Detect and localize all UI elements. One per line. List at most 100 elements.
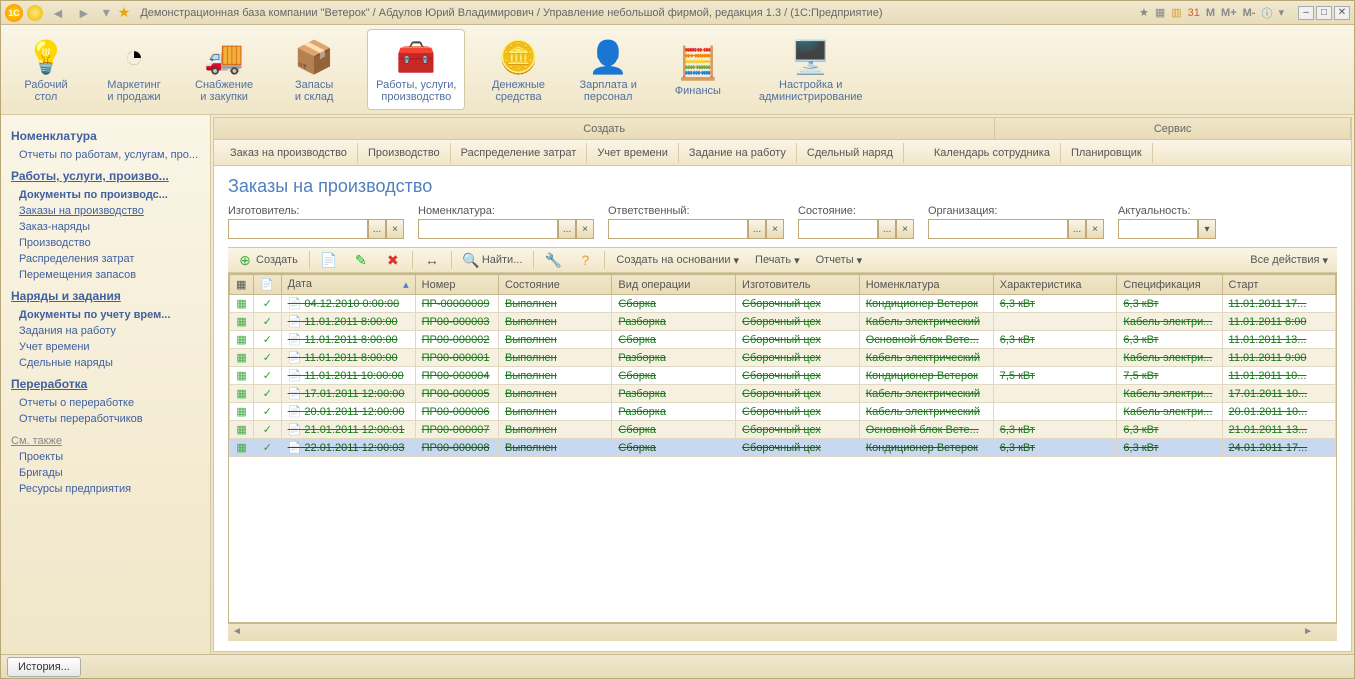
tab-work-task[interactable]: Задание на работу bbox=[679, 143, 797, 163]
tab-time[interactable]: Учет времени bbox=[587, 143, 679, 163]
col-header[interactable]: Вид операции bbox=[612, 275, 736, 295]
find-button[interactable]: 🔍Найти... bbox=[458, 250, 528, 270]
ribbon-settings[interactable]: 🖥️Настройка иадминистрирование bbox=[751, 29, 871, 110]
copy-button[interactable]: 📄 bbox=[316, 250, 342, 270]
table-row[interactable]: ▦✓📄 20.01.2011 12:00:00ПР00-000006Выполн… bbox=[230, 403, 1336, 421]
all-actions-button[interactable]: Все действия ▾ bbox=[1245, 252, 1333, 269]
clear-button[interactable]: × bbox=[576, 219, 594, 239]
sb-processing-header[interactable]: Переработка bbox=[11, 377, 200, 391]
dropdown-icon[interactable]: ▾ bbox=[1198, 219, 1216, 239]
sb-piece-work[interactable]: Сдельные наряды bbox=[11, 355, 200, 371]
sb-reports[interactable]: Отчеты по работам, услугам, про... bbox=[11, 147, 200, 163]
tab-production[interactable]: Производство bbox=[358, 143, 451, 163]
sb-teams[interactable]: Бригады bbox=[11, 465, 200, 481]
sb-processor-reports[interactable]: Отчеты переработчиков bbox=[11, 411, 200, 427]
reports-button[interactable]: Отчеты ▾ bbox=[811, 252, 868, 269]
table-row[interactable]: ▦✓📄 21.01.2011 12:00:01ПР00-000007Выполн… bbox=[230, 421, 1336, 439]
sb-stock-move[interactable]: Перемещения запасов bbox=[11, 267, 200, 283]
minimize-button[interactable]: – bbox=[1298, 6, 1314, 20]
lookup-button[interactable]: ... bbox=[1068, 219, 1086, 239]
col-header[interactable]: Состояние bbox=[498, 275, 611, 295]
tab-calendar[interactable]: Календарь сотрудника bbox=[924, 143, 1061, 163]
dropdown-icon[interactable] bbox=[27, 5, 43, 21]
maximize-button[interactable]: □ bbox=[1316, 6, 1332, 20]
ribbon-stock[interactable]: 📦Запасыи склад bbox=[279, 29, 349, 110]
help-button[interactable]: ? bbox=[572, 250, 598, 270]
sb-proc-reports[interactable]: Отчеты о переработке bbox=[11, 395, 200, 411]
ribbon-supply[interactable]: 🚚Снабжениеи закупки bbox=[187, 29, 261, 110]
h-scrollbar[interactable] bbox=[228, 623, 1337, 641]
clear-button[interactable]: × bbox=[386, 219, 404, 239]
m-button[interactable]: M bbox=[1206, 7, 1215, 19]
data-grid[interactable]: ▦📄Дата ▴НомерСостояниеВид операцииИзгото… bbox=[228, 273, 1337, 623]
col-header[interactable]: Номенклатура bbox=[859, 275, 993, 295]
refresh-button[interactable]: ↔ bbox=[419, 250, 445, 270]
info-drop-icon[interactable]: ▾ bbox=[1278, 6, 1284, 19]
tab-planner[interactable]: Планировщик bbox=[1061, 143, 1153, 163]
fav2-icon[interactable]: ★ bbox=[1139, 6, 1149, 19]
calendar-icon[interactable]: 31 bbox=[1188, 7, 1200, 19]
sb-projects[interactable]: Проекты bbox=[11, 449, 200, 465]
history-button[interactable]: История... bbox=[7, 657, 81, 677]
table-row[interactable]: ▦✓📄 22.01.2011 12:00:03ПР00-000008Выполн… bbox=[230, 439, 1336, 457]
sb-nomenclature[interactable]: Номенклатура bbox=[11, 129, 200, 143]
favorite-icon[interactable]: ★ bbox=[118, 4, 131, 21]
ribbon-marketing[interactable]: ◔Маркетинги продажи bbox=[99, 29, 169, 110]
filter-input[interactable] bbox=[928, 219, 1068, 239]
tab-cost-dist[interactable]: Распределение затрат bbox=[451, 143, 588, 163]
lookup-button[interactable]: ... bbox=[558, 219, 576, 239]
sb-time-track[interactable]: Учет времени bbox=[11, 339, 200, 355]
nav-fwd-icon[interactable]: ► bbox=[73, 5, 95, 21]
col-header[interactable]: Дата ▴ bbox=[281, 275, 415, 295]
clear-button[interactable]: × bbox=[896, 219, 914, 239]
close-button[interactable]: ✕ bbox=[1334, 6, 1350, 20]
sb-cost-dist[interactable]: Распределения затрат bbox=[11, 251, 200, 267]
table-row[interactable]: ▦✓📄 11.01.2011 8:00:00ПР00-000002Выполне… bbox=[230, 331, 1336, 349]
col-header[interactable]: Номер bbox=[415, 275, 498, 295]
filter-input[interactable] bbox=[1118, 219, 1198, 239]
table-row[interactable]: ▦✓📄 11.01.2011 8:00:00ПР00-000001Выполне… bbox=[230, 349, 1336, 367]
sb-work-tasks[interactable]: Задания на работу bbox=[11, 323, 200, 339]
mminus-button[interactable]: M- bbox=[1243, 7, 1256, 19]
nav-drop-icon[interactable]: ▾ bbox=[99, 4, 114, 21]
col-header[interactable]: Изготовитель bbox=[736, 275, 860, 295]
filter-input[interactable] bbox=[418, 219, 558, 239]
sb-tasks-header[interactable]: Наряды и задания bbox=[11, 289, 200, 303]
col-header[interactable]: 📄 bbox=[254, 275, 282, 295]
mplus-button[interactable]: M+ bbox=[1221, 7, 1237, 19]
filter-input[interactable] bbox=[228, 219, 368, 239]
ribbon-money[interactable]: 🪙Денежныесредства bbox=[483, 29, 553, 110]
col-header[interactable]: ▦ bbox=[230, 275, 254, 295]
table-row[interactable]: ▦✓📄 11.01.2011 10:00:00ПР00-000004Выполн… bbox=[230, 367, 1336, 385]
sb-production[interactable]: Производство bbox=[11, 235, 200, 251]
clear-button[interactable]: × bbox=[766, 219, 784, 239]
filter-input[interactable] bbox=[798, 219, 878, 239]
lookup-button[interactable]: ... bbox=[878, 219, 896, 239]
logo-1c-icon[interactable]: 1C bbox=[5, 4, 23, 22]
col-header[interactable]: Спецификация bbox=[1117, 275, 1222, 295]
table-row[interactable]: ▦✓📄 04.12.2010 0:00:00ПР-00000009Выполне… bbox=[230, 295, 1336, 313]
ribbon-salary[interactable]: 👤Зарплата иперсонал bbox=[571, 29, 644, 110]
grid-icon[interactable]: ▦ bbox=[1155, 6, 1165, 19]
calc-icon[interactable]: ▥ bbox=[1171, 6, 1181, 19]
info-icon[interactable]: ⓘ bbox=[1261, 5, 1272, 21]
sb-orders-prod[interactable]: Заказы на производство bbox=[11, 203, 200, 219]
sb-resources[interactable]: Ресурсы предприятия bbox=[11, 481, 200, 497]
filter-input[interactable] bbox=[608, 219, 748, 239]
sb-docs-prod[interactable]: Документы по производс... bbox=[11, 187, 200, 203]
sb-works-header[interactable]: Работы, услуги, произво... bbox=[11, 169, 200, 183]
col-header[interactable]: Характеристика bbox=[993, 275, 1117, 295]
tab-order-prod[interactable]: Заказ на производство bbox=[220, 143, 358, 163]
nav-back-icon[interactable]: ◄ bbox=[47, 5, 69, 21]
sb-time-docs[interactable]: Документы по учету врем... bbox=[11, 307, 200, 323]
delete-button[interactable]: ✖ bbox=[380, 250, 406, 270]
lookup-button[interactable]: ... bbox=[748, 219, 766, 239]
create-base-button[interactable]: Создать на основании ▾ bbox=[611, 252, 744, 269]
ribbon-production[interactable]: 🧰Работы, услуги,производство bbox=[367, 29, 465, 110]
col-header[interactable]: Старт bbox=[1222, 275, 1335, 295]
table-row[interactable]: ▦✓📄 17.01.2011 12:00:00ПР00-000005Выполн… bbox=[230, 385, 1336, 403]
print-button[interactable]: Печать ▾ bbox=[750, 252, 805, 269]
settings-button[interactable]: 🔧 bbox=[540, 250, 566, 270]
ribbon-desktop[interactable]: 💡Рабочийстол bbox=[11, 29, 81, 110]
table-row[interactable]: ▦✓📄 11.01.2011 8:00:00ПР00-000003Выполне… bbox=[230, 313, 1336, 331]
